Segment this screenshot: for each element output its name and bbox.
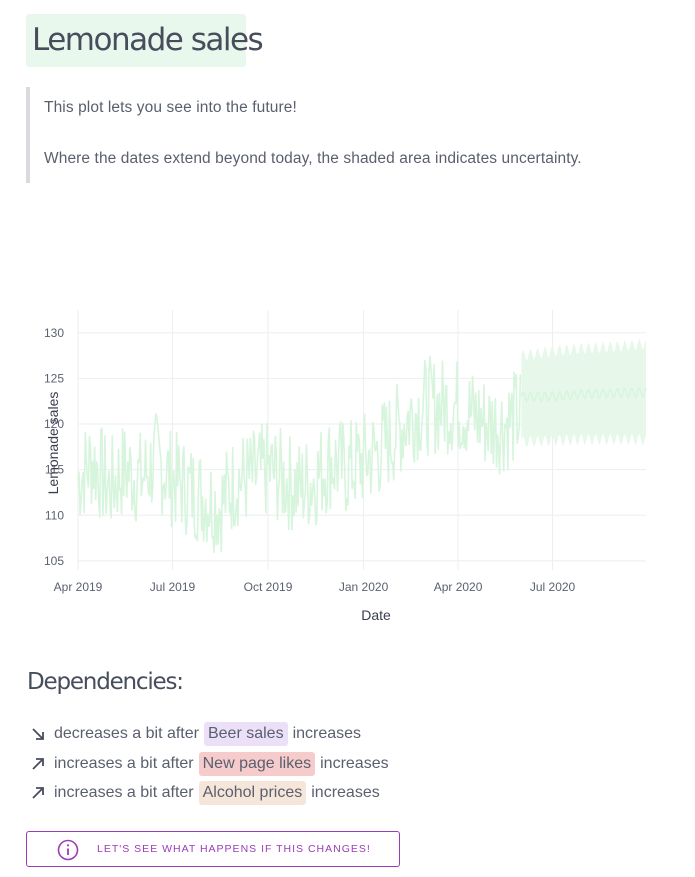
y-tick-label: 105 <box>44 554 64 568</box>
y-axis-title: Lemonade sales <box>45 392 61 495</box>
intro-line-2: Where the dates extend beyond today, the… <box>44 150 582 167</box>
intro-quote: This plot lets you see into the future! … <box>26 87 670 183</box>
what-if-button-label: LET'S SEE WHAT HAPPENS IF THIS CHANGES! <box>97 843 371 855</box>
arrow-up-right-icon <box>31 786 49 800</box>
observed-series-line[interactable] <box>77 356 522 554</box>
factor-chip-alcohol-prices[interactable]: Alcohol prices <box>198 781 307 805</box>
chart-svg[interactable]: 105110115120125130Apr 2019 Jul 2019 Oct 20… <box>40 300 660 640</box>
arrow-up-right-icon <box>31 757 49 771</box>
factor-chip-beer-sales[interactable]: Beer sales <box>203 722 288 746</box>
page-title: Lemonade sales <box>32 22 264 58</box>
arrow-down-right-icon <box>31 727 49 741</box>
dependency-suffix: increases <box>320 755 389 772</box>
y-tick-label: 125 <box>44 371 64 385</box>
title-highlight: Lemonade sales <box>26 14 264 67</box>
dependency-prefix: increases a bit after <box>54 755 194 772</box>
x-tick-label: Jan 2020 <box>339 580 389 594</box>
what-if-button[interactable]: LET'S SEE WHAT HAPPENS IF THIS CHANGES! <box>26 831 400 867</box>
x-tick-label: Apr 2019 <box>54 580 103 594</box>
y-tick-label: 110 <box>45 508 64 522</box>
dependency-suffix: increases <box>292 725 362 742</box>
info-circle-icon <box>57 839 79 865</box>
x-axis-title: Date <box>361 607 391 623</box>
factor-chip-new-page-likes[interactable]: New page likes <box>198 752 316 776</box>
x-tick-label: Apr 2020 <box>434 580 483 594</box>
x-tick-label: Jul 2019 <box>150 580 196 594</box>
sales-chart[interactable]: 105 110 115 120 125 130 Apr 2019 Jul 2019 Oct 20… <box>40 300 660 640</box>
intro-line-1: This plot lets you see into the future! <box>44 99 297 116</box>
dependency-suffix: increases <box>311 784 380 801</box>
dependency-item: increases a bit after Alcohol prices inc… <box>31 780 380 806</box>
dependency-item: decreases a bit after Beer sales increas… <box>31 721 361 747</box>
x-tick-label: Jul 2020 <box>530 580 576 594</box>
dependency-prefix: increases a bit after <box>54 784 194 801</box>
y-tick-label: 130 <box>44 326 64 340</box>
x-tick-label: Oct 2019 <box>244 580 293 594</box>
dependencies-title: Dependencies: <box>27 669 184 695</box>
dependency-prefix: decreases a bit after <box>54 725 199 742</box>
dependency-item: increases a bit after New page likes inc… <box>31 751 389 777</box>
